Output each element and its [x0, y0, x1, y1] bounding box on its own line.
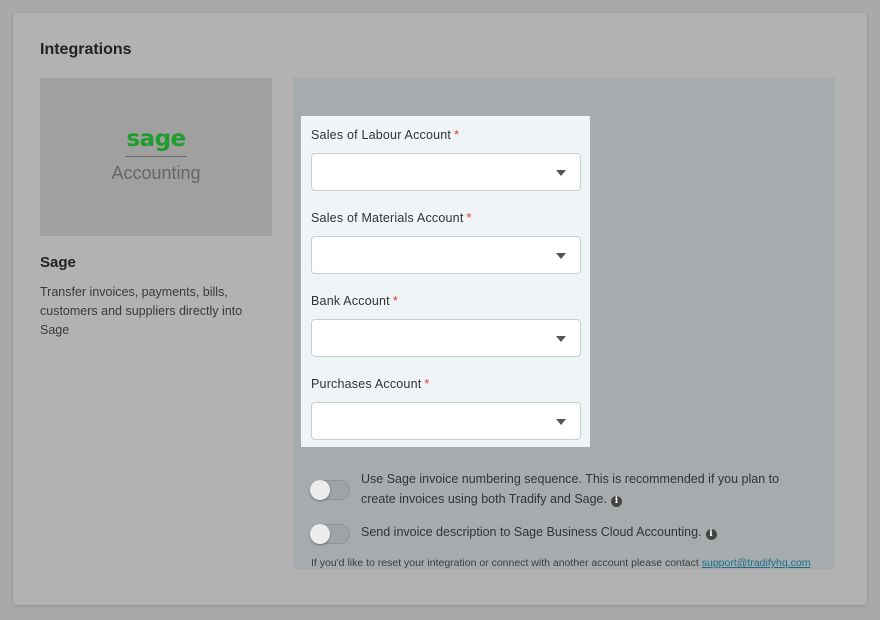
toggle-knob — [310, 480, 330, 500]
sales-labour-account-select[interactable] — [311, 153, 581, 191]
required-marker: * — [393, 294, 398, 308]
invoice-description-label: Send invoice description to Sage Busines… — [361, 523, 717, 543]
invoice-description-setting: Send invoice description to Sage Busines… — [310, 523, 810, 545]
invoice-numbering-label: Use Sage invoice numbering sequence. Thi… — [361, 470, 779, 509]
logo-divider — [125, 156, 187, 157]
sales-materials-account-select[interactable] — [311, 236, 581, 274]
invoice-description-toggle[interactable] — [310, 524, 350, 544]
invoice-numbering-setting: Use Sage invoice numbering sequence. Thi… — [310, 470, 810, 510]
sage-logo: sage Accounting — [40, 78, 272, 236]
settings-panel: Sales of Labour Account* Sales of Materi… — [293, 78, 835, 569]
toggle-knob — [310, 524, 330, 544]
sage-logo-product: Accounting — [40, 163, 272, 184]
reset-integration-note: If you'd like to reset your integration … — [311, 557, 810, 569]
bank-account-select[interactable] — [311, 319, 581, 357]
purchases-account-label: Purchases Account* — [311, 377, 430, 391]
integrations-card: Integrations sage Accounting Sage Transf… — [13, 13, 867, 605]
required-marker: * — [424, 377, 429, 391]
invoice-numbering-toggle[interactable] — [310, 480, 350, 500]
info-icon[interactable]: i — [706, 529, 717, 540]
sales-materials-account-label: Sales of Materials Account* — [311, 211, 472, 225]
bank-account-label: Bank Account* — [311, 294, 398, 308]
chevron-down-icon — [556, 336, 566, 342]
page-title: Integrations — [40, 41, 132, 59]
account-mapping-form: Sales of Labour Account* Sales of Materi… — [301, 116, 590, 447]
info-icon[interactable]: i — [611, 496, 622, 507]
sales-labour-account-label: Sales of Labour Account* — [311, 128, 459, 142]
support-email-link[interactable]: support@tradifyhq.com — [702, 557, 811, 569]
chevron-down-icon — [556, 170, 566, 176]
required-marker: * — [454, 128, 459, 142]
chevron-down-icon — [556, 253, 566, 259]
integration-name: Sage — [40, 254, 76, 271]
purchases-account-select[interactable] — [311, 402, 581, 440]
required-marker: * — [467, 211, 472, 225]
integration-description: Transfer invoices, payments, bills, cust… — [40, 283, 260, 340]
sage-logo-brand: sage — [40, 126, 272, 152]
chevron-down-icon — [556, 419, 566, 425]
